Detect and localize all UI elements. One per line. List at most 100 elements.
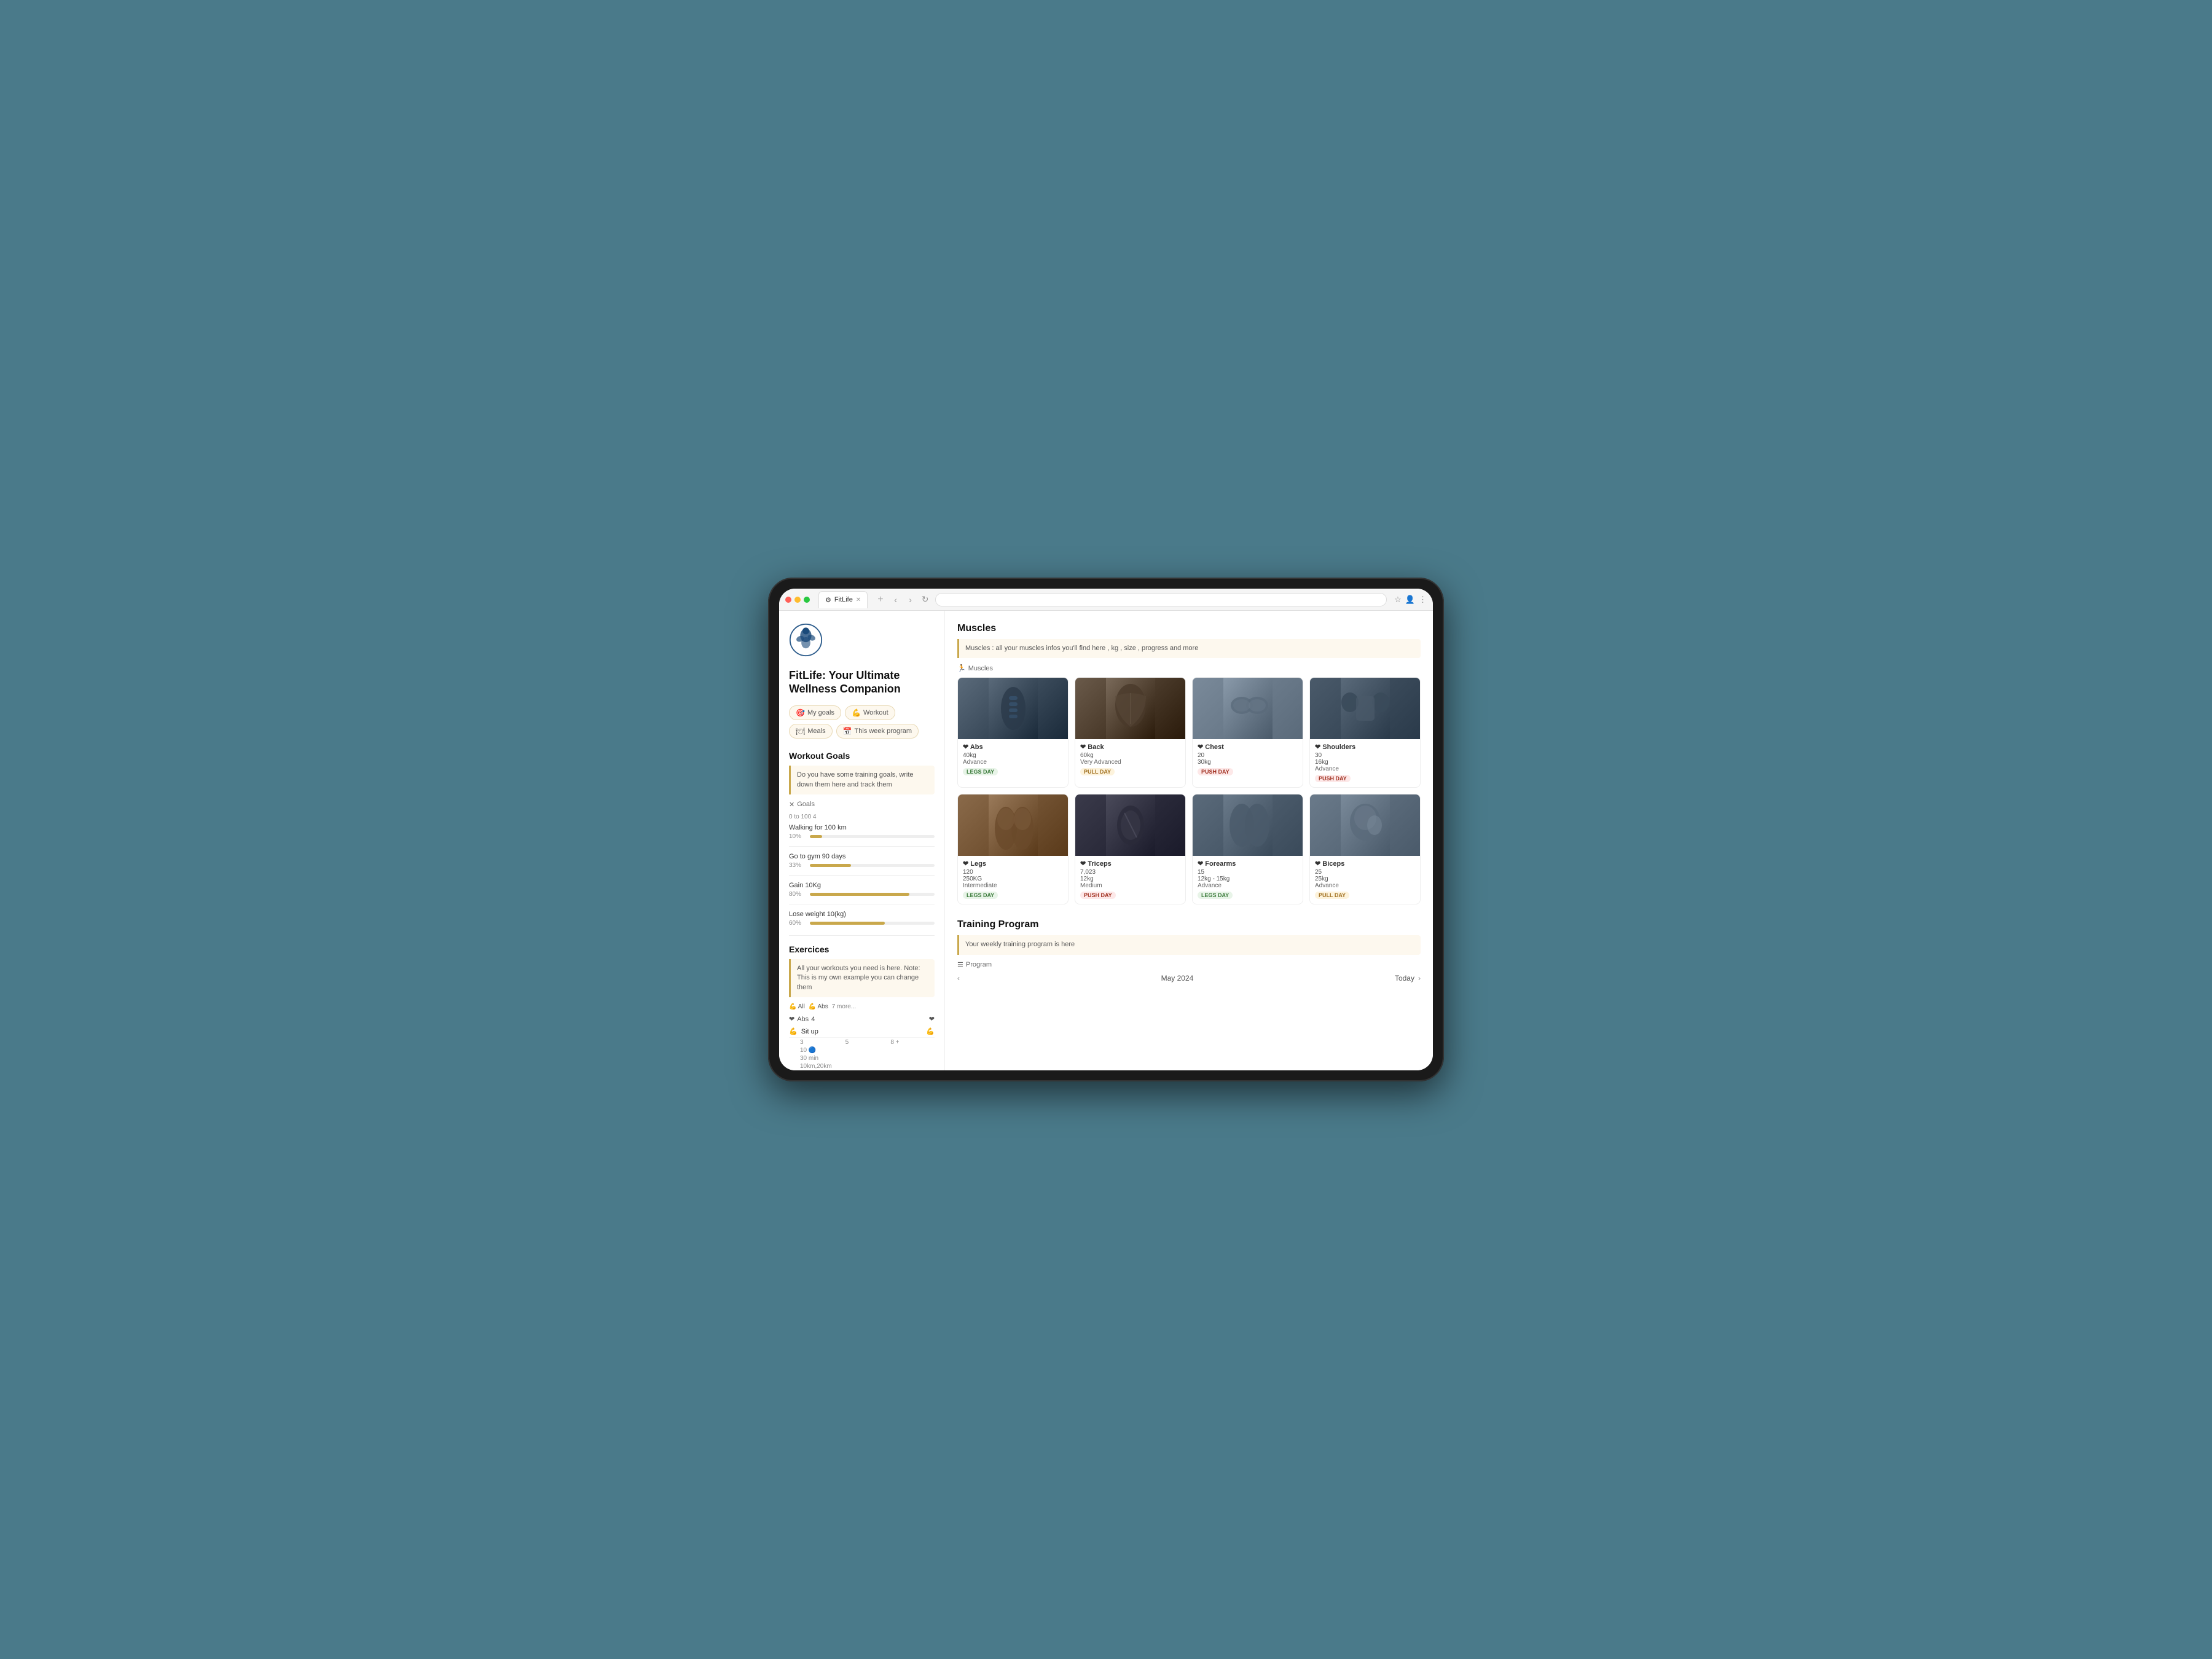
muscle-triceps-image <box>1075 794 1185 856</box>
exercise-dumbbell2-icon: 💪 <box>926 1027 935 1035</box>
browser-tab[interactable]: ⚙ FitLife ✕ <box>818 591 868 608</box>
exercise-dumbbell-icon: 💪 <box>789 1027 798 1035</box>
refresh-button[interactable]: ↻ <box>919 594 931 605</box>
muscle-shoulders-info: ❤ Shoulders 30 16kg Advance PUSH DAY <box>1310 739 1420 787</box>
minimize-button[interactable] <box>794 597 801 603</box>
calendar-prev[interactable]: ‹ <box>957 974 960 982</box>
goal-walking-bar <box>810 835 935 838</box>
muscle-biceps-info: ❤ Biceps 25 25kg Advance PULL DAY <box>1310 856 1420 904</box>
muscle-card-chest[interactable]: ❤ Chest 20 30kg PUSH DAY <box>1192 677 1303 788</box>
reps-value: 5 <box>845 1039 890 1046</box>
muscles-sublabel: 🏃 Muscles <box>957 664 1421 672</box>
filter-abs[interactable]: 💪 Abs <box>809 1003 828 1010</box>
filter-all[interactable]: 💪 All <box>789 1003 805 1010</box>
muscle-abs-image <box>958 678 1068 739</box>
exercises-section: Exercices All your workouts you need is … <box>789 944 935 1070</box>
goal-gain-fill <box>810 893 909 896</box>
tab-meals-label: Meals <box>807 728 825 735</box>
tab-workout[interactable]: 💪 Workout <box>845 705 895 720</box>
workout-goals-info: Do you have some training goals, write d… <box>789 766 935 794</box>
workout-icon: 💪 <box>852 708 861 717</box>
goal-gym-pct: 33% <box>789 862 806 869</box>
calendar-next[interactable]: › <box>1418 974 1421 982</box>
browser-actions: ☆ 👤 ⋮ <box>1394 595 1427 605</box>
filter-more[interactable]: 7 more... <box>832 1003 856 1010</box>
training-title: Training Program <box>957 919 1421 930</box>
goal-item-walking: Walking for 100 km 10% <box>789 824 935 840</box>
exercise-group-abs: ❤ Abs 4 ❤ 💪 Sit up 💪 3 5 <box>789 1015 935 1070</box>
tab-label: FitLife <box>834 596 853 603</box>
back-button[interactable]: ‹ <box>890 595 902 605</box>
muscle-chest-weight: 20 <box>1198 752 1298 759</box>
muscle-card-shoulders[interactable]: ❤ Shoulders 30 16kg Advance PUSH DAY <box>1309 677 1421 788</box>
muscle-card-triceps[interactable]: ❤ Triceps 7,023 12kg Medium PUSH DAY <box>1075 794 1186 904</box>
address-bar[interactable] <box>935 593 1387 606</box>
close-button[interactable] <box>785 597 791 603</box>
goal-gain-bar <box>810 893 935 896</box>
goal-gain-pct: 80% <box>789 891 806 898</box>
maximize-button[interactable] <box>804 597 810 603</box>
goal-gym-bar <box>810 864 935 867</box>
tab-this-week-program[interactable]: 📅 This week program <box>836 724 919 739</box>
muscle-back-tag: PULL DAY <box>1080 768 1115 775</box>
muscle-chest-image <box>1193 678 1303 739</box>
muscle-card-back[interactable]: ❤ Back 60kg Very Advanced PULL DAY <box>1075 677 1186 788</box>
muscle-back-level: Very Advanced <box>1080 759 1180 766</box>
exercises-title: Exercices <box>789 944 935 954</box>
muscle-back-image <box>1075 678 1185 739</box>
goals-icon: ✕ <box>789 801 794 809</box>
browser-bar: ⚙ FitLife ✕ + ‹ › ↻ ☆ 👤 ⋮ <box>779 589 1433 611</box>
muscles-section: Muscles Muscles : all your muscles infos… <box>957 623 1421 904</box>
tablet-frame: ⚙ FitLife ✕ + ‹ › ↻ ☆ 👤 ⋮ <box>768 578 1444 1081</box>
group-count: 4 <box>811 1016 815 1023</box>
filter-tabs: 💪 All 💪 Abs 7 more... <box>789 1003 935 1010</box>
sidebar: FitLife: Your Ultimate Wellness Companio… <box>779 611 945 1070</box>
my-goals-icon: 🎯 <box>796 708 805 717</box>
muscle-card-forearms[interactable]: ❤ Forearms 15 12kg - 15kg Advance LEGS D… <box>1192 794 1303 904</box>
muscle-card-biceps[interactable]: ❤ Biceps 25 25kg Advance PULL DAY <box>1309 794 1421 904</box>
app-title: FitLife: Your Ultimate Wellness Companio… <box>789 669 935 696</box>
goal-item-lose: Lose weight 10(kg) 60% <box>789 911 935 927</box>
forward-button[interactable]: › <box>904 595 917 605</box>
muscle-card-abs[interactable]: ❤ Abs 40kg Advance LEGS DAY <box>957 677 1069 788</box>
calendar-month: May 2024 <box>1161 974 1194 982</box>
muscle-abs-tag: LEGS DAY <box>963 768 998 775</box>
exercise-group-header: ❤ Abs 4 ❤ <box>789 1015 935 1023</box>
new-tab-icon[interactable]: + <box>877 594 883 605</box>
tab-workout-label: Workout <box>863 709 888 716</box>
sets-label: 10 🔵 <box>800 1047 844 1054</box>
muscle-forearms-info: ❤ Forearms 15 12kg - 15kg Advance LEGS D… <box>1193 856 1303 904</box>
muscle-back-name: ❤ Back <box>1080 743 1180 751</box>
muscle-forearms-weight: 15 <box>1198 869 1298 876</box>
user-icon[interactable]: 👤 <box>1405 595 1415 605</box>
group-expand-icon[interactable]: ❤ <box>929 1015 935 1023</box>
muscle-shoulders-tag: PUSH DAY <box>1315 775 1351 782</box>
muscle-card-legs[interactable]: ❤ Legs 120 250KG Intermediate LEGS DAY <box>957 794 1069 904</box>
muscle-biceps-level: Advance <box>1315 882 1415 889</box>
today-button[interactable]: Today <box>1395 974 1414 982</box>
muscle-biceps-weight2: 25kg <box>1315 876 1415 882</box>
muscle-biceps-name: ❤ Biceps <box>1315 860 1415 868</box>
more-icon[interactable]: ⋮ <box>1419 595 1427 605</box>
nav-tabs: 🎯 My goals 💪 Workout 🍽 Meals 📅 This week… <box>789 705 935 739</box>
goal-walking-fill <box>810 835 822 838</box>
muscle-shoulders-level: Advance <box>1315 766 1415 772</box>
muscle-chest-info: ❤ Chest 20 30kg PUSH DAY <box>1193 739 1303 780</box>
calendar-header: ‹ May 2024 Today › <box>957 974 1421 982</box>
bookmark-icon[interactable]: ☆ <box>1394 595 1402 605</box>
tab-my-goals[interactable]: 🎯 My goals <box>789 705 841 720</box>
muscle-shoulders-weight2: 16kg <box>1315 759 1415 766</box>
tab-close-icon[interactable]: ✕ <box>856 597 861 603</box>
goal-gym-fill <box>810 864 851 867</box>
goal-lose-pct: 60% <box>789 920 806 927</box>
tab-meals[interactable]: 🍽 Meals <box>789 724 833 739</box>
muscle-forearms-level: Advance <box>1198 882 1298 889</box>
goals-list: Walking for 100 km 10% Go to gym 90 days <box>789 824 935 927</box>
program-label: ☰ Program <box>957 961 1421 969</box>
muscle-shoulders-name: ❤ Shoulders <box>1315 743 1415 751</box>
exercise-details: 3 5 8 + 10 🔵 30 min 10km,20km <box>789 1038 935 1070</box>
muscles-title: Muscles <box>957 623 1421 634</box>
time-value: 8 + <box>890 1039 935 1046</box>
muscle-legs-level: Intermediate <box>963 882 1063 889</box>
muscle-triceps-name: ❤ Triceps <box>1080 860 1180 868</box>
